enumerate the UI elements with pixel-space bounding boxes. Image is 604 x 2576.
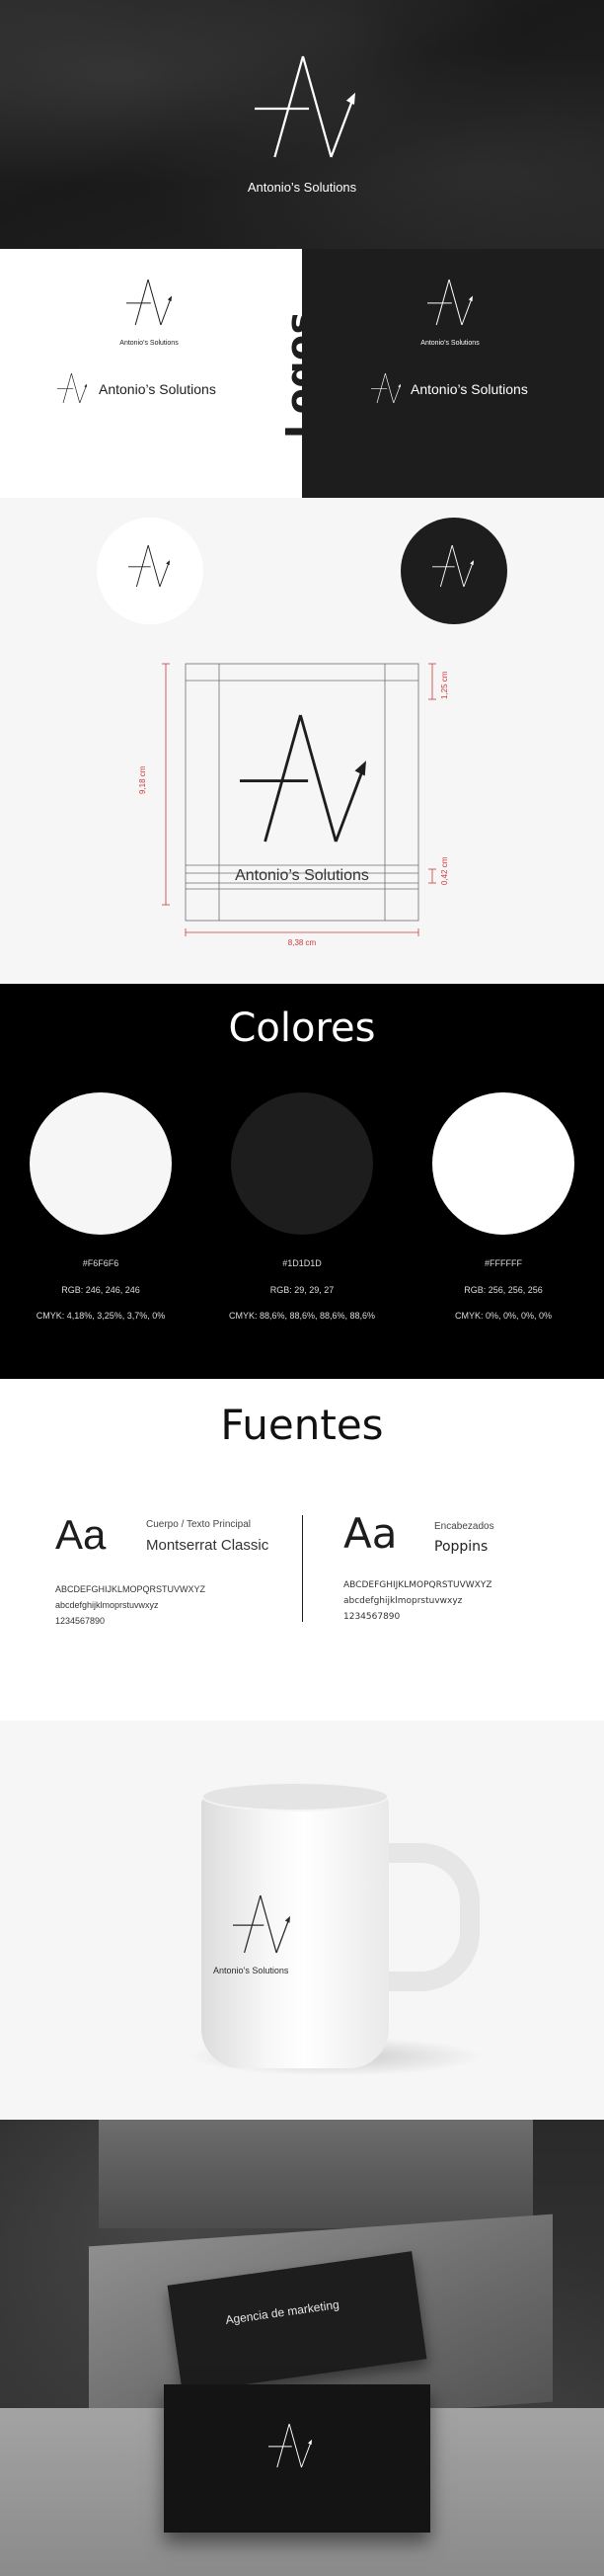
font-sample: Aa xyxy=(343,1509,398,1558)
brand-name: Antonio’s Solutions xyxy=(119,340,179,347)
font-uppercase: ABCDEFGHIJKLMOPQRSTUVWXYZ xyxy=(343,1580,492,1590)
font-sample: Aa xyxy=(55,1511,107,1558)
color-cmyk: CMYK: 4,18%, 3,25%, 3,7%, 0% xyxy=(36,1311,166,1321)
av-monogram-logo xyxy=(128,537,170,595)
fonts-divider xyxy=(302,1515,303,1622)
color-swatch xyxy=(231,1092,373,1235)
color-swatch xyxy=(432,1092,574,1235)
color-rgb: RGB: 246, 246, 246 xyxy=(61,1285,140,1295)
font-role: Encabezados xyxy=(434,1521,494,1532)
colores-title: Colores xyxy=(228,1006,376,1051)
brand-name: Antonio’s Solutions xyxy=(99,381,216,397)
color-rgb: RGB: 256, 256, 256 xyxy=(464,1285,543,1295)
mug-rim xyxy=(201,1782,389,1811)
av-monogram-logo xyxy=(268,2418,312,2473)
construction-section: Antonio’s Solutions 9,18 cm 8,38 cm 1,25… xyxy=(0,498,604,984)
width-dimension-label: 8,38 cm xyxy=(287,938,317,947)
av-monogram-logo xyxy=(432,537,474,595)
concrete-block-top xyxy=(99,2120,533,2228)
top-margin-label: 1,25 cm xyxy=(440,671,449,699)
color-swatch xyxy=(30,1092,172,1235)
height-dimension-label: 9,18 cm xyxy=(138,765,147,794)
av-monogram-logo xyxy=(427,275,473,330)
av-monogram-logo xyxy=(255,47,355,166)
color-hex: #F6F6F6 xyxy=(82,1258,119,1268)
brand-name: Antonio’s Solutions xyxy=(213,1966,289,1975)
font-lowercase: abcdefghijklmoprstuvwxyz xyxy=(343,1596,463,1606)
av-monogram-logo xyxy=(126,275,172,330)
fuentes-section: Fuentes Aa Cuerpo / Texto Principal Mont… xyxy=(0,1379,604,1721)
font-name: Montserrat Classic xyxy=(146,1537,269,1554)
brand-name: Antonio’s Solutions xyxy=(411,381,528,397)
font-lowercase: abcdefghijklmoprstuvwxyz xyxy=(55,1600,159,1610)
brand-name: Antonio’s Solutions xyxy=(235,867,369,884)
color-cmyk: CMYK: 0%, 0%, 0%, 0% xyxy=(454,1311,553,1321)
color-rgb: RGB: 29, 29, 27 xyxy=(269,1285,335,1295)
brand-name: Antonio’s Solutions xyxy=(247,180,357,195)
colores-section: Colores #F6F6F6 RGB: 246, 246, 246 CMYK:… xyxy=(0,984,604,1379)
color-hex: #FFFFFF xyxy=(485,1258,522,1268)
fuentes-title: Fuentes xyxy=(220,1401,384,1449)
brand-name: Antonio’s Solutions xyxy=(420,340,480,347)
av-monogram-logo xyxy=(371,369,401,407)
logos-title: Logos xyxy=(278,311,322,439)
mug-body xyxy=(201,1796,389,2068)
color-hex: #1D1D1D xyxy=(282,1258,322,1268)
font-digits: 1234567890 xyxy=(343,1612,401,1622)
mug-mockup-section: Antonio’s Solutions xyxy=(0,1721,604,2120)
text-gap-label: 0,42 cm xyxy=(440,856,449,885)
color-cmyk: CMYK: 88,6%, 88,6%, 88,6%, 88,6% xyxy=(228,1311,376,1321)
font-role: Cuerpo / Texto Principal xyxy=(146,1519,251,1530)
logos-section: Antonio’s Solutions Antonio’s Solutions … xyxy=(0,249,604,498)
av-monogram-logo xyxy=(240,695,366,861)
business-card-mockup-section: Agencia de marketing xyxy=(0,2120,604,2576)
av-monogram-logo xyxy=(233,1889,290,1960)
hero-section: Antonio’s Solutions xyxy=(0,0,604,249)
font-uppercase: ABCDEFGHIJKLMOPQRSTUVWXYZ xyxy=(55,1584,206,1594)
av-monogram-logo xyxy=(57,369,87,407)
font-name: Poppins xyxy=(434,1539,489,1555)
font-digits: 1234567890 xyxy=(55,1616,106,1626)
